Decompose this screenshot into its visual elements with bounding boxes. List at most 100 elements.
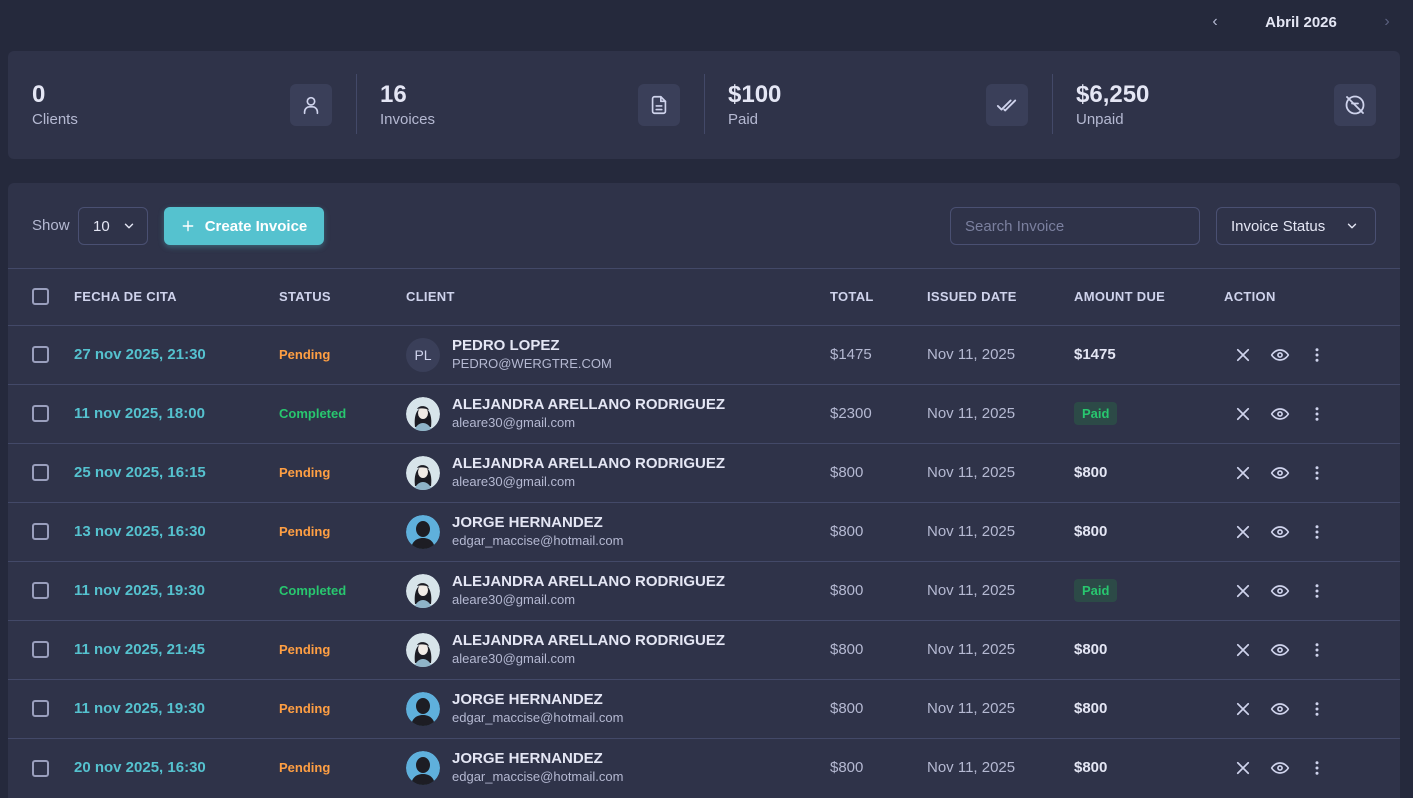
more-vertical-icon[interactable] (1308, 582, 1326, 600)
total-amount: $800 (830, 464, 864, 481)
row-checkbox[interactable] (32, 523, 49, 541)
appointment-date-link[interactable]: 13 nov 2025, 16:30 (74, 523, 206, 540)
column-header[interactable]: CLIENT (406, 269, 830, 325)
row-actions (1224, 345, 1400, 365)
create-invoice-button[interactable]: Create Invoice (164, 207, 324, 245)
total-amount: $800 (830, 759, 864, 777)
row-checkbox[interactable] (32, 464, 49, 482)
client-email: aleare30@gmail.com (452, 592, 576, 607)
more-vertical-icon[interactable] (1308, 464, 1326, 482)
month-navigator: ‹ Abril 2026 › (1205, 10, 1397, 34)
page-size-select[interactable]: 10 (78, 207, 148, 245)
document-icon (638, 84, 680, 126)
eye-icon[interactable] (1270, 345, 1290, 365)
amount-due: $1475 (1074, 346, 1116, 363)
client-email: aleare30@gmail.com (452, 474, 576, 489)
stats-card: 0 Clients 16 Invoices $100 Paid $6,250 U… (8, 51, 1400, 159)
issued-date: Nov 11, 2025 (927, 759, 1016, 777)
row-checkbox[interactable] (32, 346, 49, 364)
search-input[interactable] (950, 207, 1200, 245)
client-cell: ALEJANDRA ARELLANO RODRIGUEZ aleare30@gma… (406, 454, 830, 491)
client-email: PEDRO@WERGTRE.COM (452, 356, 612, 371)
appointment-date-link[interactable]: 11 nov 2025, 19:30 (74, 700, 205, 717)
total-amount: $800 (830, 523, 864, 540)
total-amount: $800 (830, 582, 864, 599)
close-icon[interactable] (1234, 641, 1252, 659)
row-actions (1224, 463, 1400, 483)
stat-label: Clients (32, 111, 78, 128)
eye-icon[interactable] (1270, 522, 1290, 542)
status-text: Pending (279, 642, 331, 657)
stat-value: 16 (380, 81, 407, 108)
stat-value: 0 (32, 81, 46, 108)
eye-icon[interactable] (1270, 758, 1290, 778)
invoice-list-card: Show 10 Create Invoice Invoice Status (8, 183, 1400, 798)
stat-value: $100 (728, 81, 782, 108)
more-vertical-icon[interactable] (1308, 405, 1326, 423)
plus-icon (181, 219, 195, 233)
column-header[interactable]: ISSUED DATE (927, 269, 1074, 325)
create-invoice-label: Create Invoice (204, 217, 308, 235)
client-cell: ALEJANDRA ARELLANO RODRIGUEZ aleare30@gma… (406, 572, 830, 609)
eye-icon[interactable] (1270, 581, 1290, 601)
client-email: edgar_maccise@hotmail.com (452, 533, 624, 548)
status-text: Pending (279, 701, 331, 716)
chevron-left-icon[interactable]: ‹ (1205, 10, 1225, 34)
appointment-date-link[interactable]: 27 nov 2025, 21:30 (74, 346, 206, 363)
issued-date: Nov 11, 2025 (927, 346, 1016, 363)
appointment-date-link[interactable]: 11 nov 2025, 19:30 (74, 582, 205, 599)
current-month-label: Abril 2026 (1265, 13, 1337, 31)
page-size-value: 10 (93, 217, 110, 235)
eye-icon[interactable] (1270, 640, 1290, 660)
close-icon[interactable] (1234, 405, 1252, 423)
more-vertical-icon[interactable] (1308, 523, 1326, 541)
avatar (406, 514, 440, 549)
appointment-date-link[interactable]: 20 nov 2025, 16:30 (74, 759, 206, 776)
more-vertical-icon[interactable] (1308, 641, 1326, 659)
more-vertical-icon[interactable] (1308, 346, 1326, 364)
column-header[interactable]: FECHA DE CITA (74, 269, 279, 325)
client-cell: ALEJANDRA ARELLANO RODRIGUEZ aleare30@gma… (406, 631, 830, 668)
eye-icon[interactable] (1270, 699, 1290, 719)
close-icon[interactable] (1234, 759, 1252, 777)
close-icon[interactable] (1234, 582, 1252, 600)
close-icon[interactable] (1234, 464, 1252, 482)
avatar: PL (406, 337, 440, 372)
issued-date: Nov 11, 2025 (927, 405, 1016, 422)
close-icon[interactable] (1234, 523, 1252, 541)
avatar (406, 691, 440, 726)
row-checkbox[interactable] (32, 405, 49, 423)
avatar (406, 396, 440, 431)
invoice-status-select[interactable]: Invoice Status (1216, 207, 1376, 245)
column-header[interactable]: TOTAL (830, 269, 927, 325)
column-header[interactable]: STATUS (279, 269, 406, 325)
client-name: JORGE HERNANDEZ (452, 514, 603, 531)
row-checkbox[interactable] (32, 641, 49, 659)
eye-icon[interactable] (1270, 404, 1290, 424)
table-row: 11 nov 2025, 21:45 Pending ALEJANDRA ARELL… (8, 620, 1400, 679)
appointment-date-link[interactable]: 25 nov 2025, 16:15 (74, 464, 206, 481)
table-row: 25 nov 2025, 16:15 Pending ALEJANDRA ARELL… (8, 443, 1400, 502)
row-checkbox[interactable] (32, 582, 49, 600)
client-cell: JORGE HERNANDEZ edgar_maccise@hotmail.com (406, 513, 830, 550)
select-all-checkbox[interactable] (32, 288, 49, 306)
table-row: 20 nov 2025, 16:30 Pending JORGE HERNANDEZ… (8, 738, 1400, 797)
row-checkbox[interactable] (32, 700, 49, 718)
appointment-date-link[interactable]: 11 nov 2025, 18:00 (74, 405, 205, 422)
paid-badge: Paid (1074, 402, 1118, 425)
more-vertical-icon[interactable] (1308, 759, 1326, 777)
double-check-icon (986, 84, 1028, 126)
amount-due: $800 (1074, 523, 1108, 540)
table-row: 11 nov 2025, 18:00 Completed ALEJANDRA ARE… (8, 384, 1400, 443)
eye-icon[interactable] (1270, 463, 1290, 483)
status-text: Pending (279, 347, 331, 362)
invoice-table: FECHA DE CITA STATUS CLIENT TOTAL ISSUED… (8, 269, 1400, 797)
client-cell: PL PEDRO LOPEZ PEDRO@WERGTRE.COM (406, 336, 830, 373)
close-icon[interactable] (1234, 346, 1252, 364)
more-vertical-icon[interactable] (1308, 700, 1326, 718)
close-icon[interactable] (1234, 700, 1252, 718)
column-header[interactable]: AMOUNT DUE (1074, 269, 1224, 325)
chevron-right-icon[interactable]: › (1377, 10, 1397, 34)
row-checkbox[interactable] (32, 759, 49, 777)
appointment-date-link[interactable]: 11 nov 2025, 21:45 (74, 641, 205, 658)
